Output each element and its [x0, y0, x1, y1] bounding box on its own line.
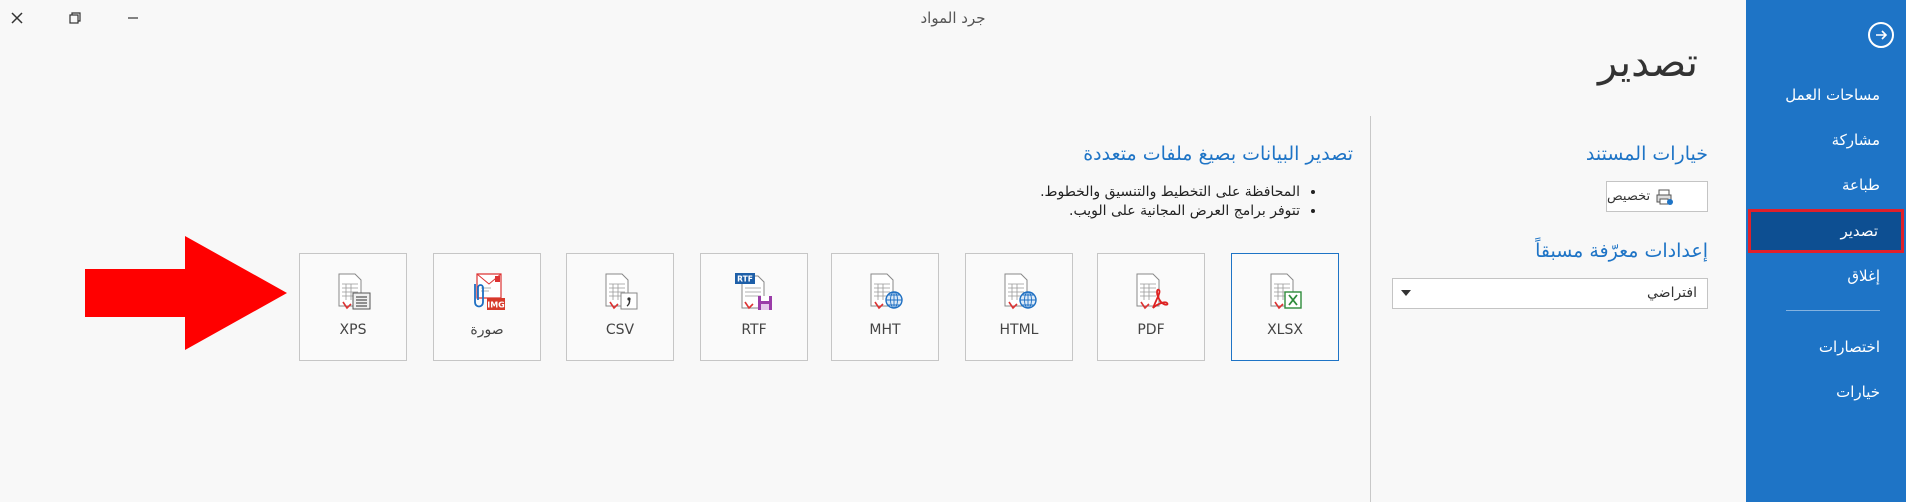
xps-file-icon — [338, 273, 371, 310]
page-title: تصدير — [1597, 40, 1698, 86]
chevron-down-icon — [1401, 290, 1411, 296]
export-csv-button[interactable]: CSV — [566, 253, 674, 361]
tile-label: XPS — [339, 322, 367, 338]
sidebar-item-shortcuts[interactable]: اختصارات — [1746, 328, 1906, 366]
svg-text:IMG: IMG — [487, 301, 505, 310]
export-heading: تصدير البيانات بصيغ ملفات متعددة — [1083, 143, 1353, 165]
sidebar-item-workspaces[interactable]: مساحات العمل — [1746, 76, 1906, 114]
html-file-icon — [1004, 273, 1037, 310]
preset-dropdown[interactable]: افتراضي — [1392, 278, 1708, 309]
sidebar-item-options[interactable]: خيارات — [1746, 373, 1906, 411]
presets-heading: إعدادات معرّفة مسبقاً — [1535, 240, 1708, 262]
window-title: جرد المواد — [920, 9, 986, 27]
back-button[interactable] — [1868, 22, 1894, 48]
tile-label: MHT — [869, 322, 901, 338]
export-mht-button[interactable]: MHT — [831, 253, 939, 361]
sidebar-item-print[interactable]: طباعة — [1746, 166, 1906, 204]
customize-label: تخصيص — [1607, 189, 1651, 204]
list-item: تتوفر برامج العرض المجانية على الويب. — [1040, 202, 1300, 221]
tile-label: صورة — [470, 322, 504, 338]
xlsx-file-icon — [1270, 273, 1302, 310]
export-bullets: المحافظة على التخطيط والتنسيق والخطوط. ت… — [1040, 183, 1318, 221]
list-item: المحافظة على التخطيط والتنسيق والخطوط. — [1040, 183, 1300, 202]
csv-file-icon — [605, 273, 638, 310]
svg-text:RTF: RTF — [737, 275, 753, 284]
preset-value: افتراضي — [1647, 285, 1697, 301]
customize-button[interactable]: تخصيص — [1606, 181, 1708, 212]
mht-file-icon — [870, 273, 903, 310]
printer-settings-icon — [1656, 189, 1674, 205]
tile-label: PDF — [1137, 322, 1165, 338]
document-options-heading: خيارات المستند — [1585, 143, 1708, 165]
export-html-button[interactable]: HTML — [965, 253, 1073, 361]
tile-label: RTF — [741, 322, 767, 338]
export-pdf-button[interactable]: PDF — [1097, 253, 1205, 361]
export-rtf-button[interactable]: RTF RTF — [700, 253, 808, 361]
sidebar-item-export[interactable]: تصدير — [1748, 209, 1904, 253]
export-image-button[interactable]: IMG صورة — [433, 253, 541, 361]
tile-label: CSV — [605, 322, 635, 338]
sidebar-item-close[interactable]: إغلاق — [1746, 257, 1906, 295]
export-xps-button[interactable]: XPS — [299, 253, 407, 361]
column-divider — [1370, 116, 1371, 502]
sidebar-item-share[interactable]: مشاركة — [1746, 121, 1906, 159]
image-file-icon: IMG — [474, 273, 505, 310]
tile-label: HTML — [999, 322, 1039, 338]
pdf-file-icon — [1136, 273, 1169, 310]
red-arrow-annotation — [85, 236, 287, 350]
backstage-sidebar: مساحات العمل مشاركة طباعة تصدير إغلاق اخ… — [1746, 0, 1906, 502]
sidebar-divider — [1786, 310, 1880, 311]
arrow-right-icon — [1876, 30, 1888, 40]
tile-label: XLSX — [1267, 322, 1303, 338]
rtf-file-icon: RTF — [735, 273, 772, 310]
export-xlsx-button[interactable]: XLSX — [1231, 253, 1339, 361]
